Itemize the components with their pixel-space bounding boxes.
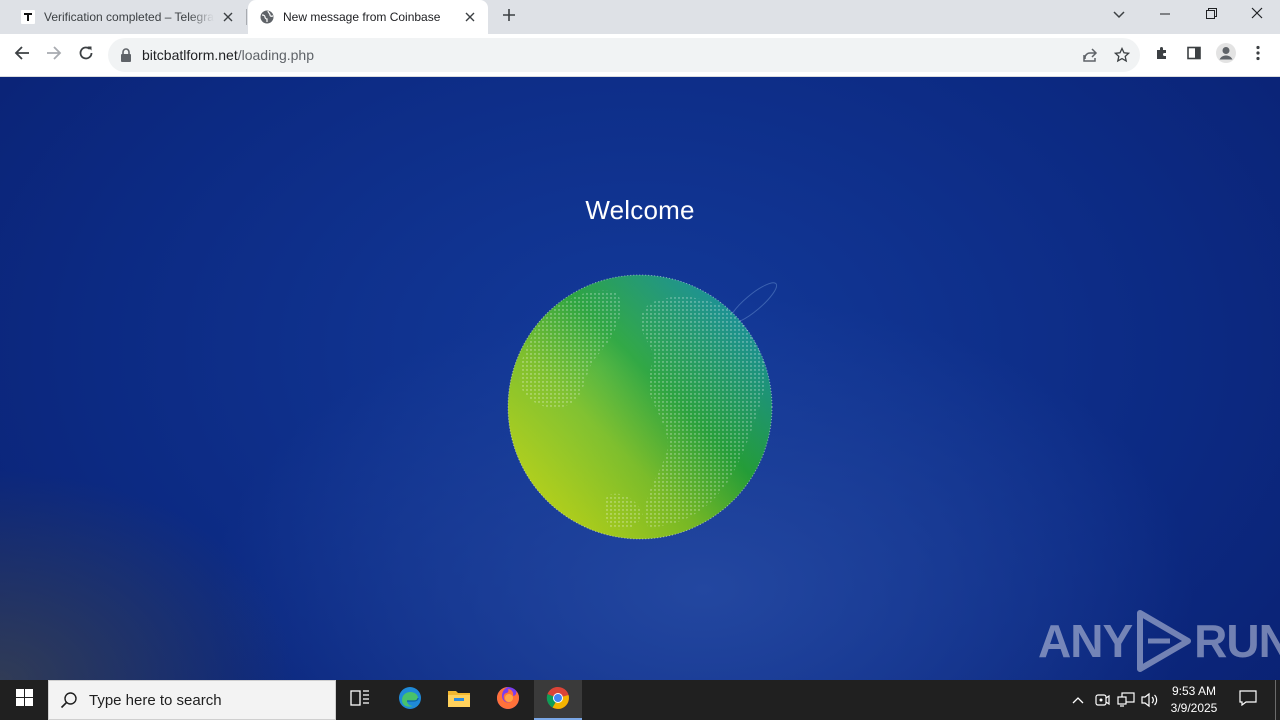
windows-logo-icon bbox=[15, 689, 33, 711]
side-panel-icon bbox=[1186, 45, 1202, 66]
tab-strip: Verification completed – Telegraph New m… bbox=[0, 0, 1280, 34]
avatar-icon bbox=[1215, 42, 1237, 69]
bookmark-star-icon[interactable] bbox=[1112, 45, 1132, 65]
address-bar[interactable]: bitcbatlform.net/loading.php bbox=[108, 38, 1140, 72]
anyrun-watermark: ANY RUN bbox=[1038, 609, 1280, 673]
forward-button[interactable] bbox=[40, 41, 68, 69]
edge-taskbar-button[interactable] bbox=[386, 680, 434, 720]
show-hidden-icons-button[interactable] bbox=[1068, 690, 1088, 710]
share-icon[interactable] bbox=[1080, 45, 1100, 65]
tab-separator bbox=[246, 9, 247, 25]
restore-icon bbox=[1205, 6, 1217, 24]
chevron-up-icon bbox=[1072, 691, 1084, 709]
chrome-taskbar-button[interactable] bbox=[534, 680, 582, 720]
puzzle-icon bbox=[1154, 45, 1170, 66]
clock-time: 9:53 AM bbox=[1171, 684, 1217, 698]
extensions-button[interactable] bbox=[1148, 41, 1176, 69]
reload-button[interactable] bbox=[72, 41, 100, 69]
taskbar-clock[interactable]: 9:53 AM 3/9/2025 bbox=[1166, 683, 1222, 717]
edge-icon bbox=[398, 686, 422, 715]
tab-search-button[interactable] bbox=[1096, 0, 1142, 30]
file-explorer-taskbar-button[interactable] bbox=[435, 680, 483, 720]
tab-telegraph[interactable]: Verification completed – Telegraph bbox=[0, 0, 246, 34]
arrow-left-icon bbox=[14, 45, 30, 66]
url-domain: bitcbatlform.net bbox=[142, 47, 238, 63]
firefox-icon bbox=[496, 686, 520, 715]
globe-icon bbox=[259, 9, 275, 25]
task-view-button[interactable] bbox=[336, 680, 384, 720]
chrome-icon bbox=[546, 686, 570, 715]
profile-button[interactable] bbox=[1212, 41, 1240, 69]
tab-title: Verification completed – Telegraph bbox=[44, 10, 214, 24]
watermark-text-left: ANY bbox=[1038, 615, 1133, 667]
browser-toolbar: bitcbatlform.net/loading.php bbox=[0, 34, 1280, 77]
url-path: /loading.php bbox=[237, 47, 315, 63]
close-icon[interactable] bbox=[220, 9, 236, 25]
show-desktop-button[interactable] bbox=[1275, 680, 1276, 720]
tab-coinbase[interactable]: New message from Coinbase bbox=[248, 0, 488, 34]
lock-icon[interactable] bbox=[118, 47, 134, 63]
welcome-heading: Welcome bbox=[585, 195, 695, 225]
task-view-icon bbox=[350, 689, 370, 712]
telegraph-t-icon bbox=[20, 9, 36, 25]
minimize-button[interactable] bbox=[1142, 0, 1188, 30]
windows-taskbar: Type here to search 9:53 AM 3/9/2025 bbox=[0, 680, 1280, 720]
plus-icon bbox=[502, 8, 516, 27]
taskbar-search-input[interactable]: Type here to search bbox=[48, 680, 336, 720]
menu-button[interactable] bbox=[1244, 41, 1272, 69]
file-explorer-icon bbox=[447, 688, 471, 713]
tab-title: New message from Coinbase bbox=[283, 10, 441, 24]
side-panel-button[interactable] bbox=[1180, 41, 1208, 69]
firefox-taskbar-button[interactable] bbox=[484, 680, 532, 720]
arrow-right-icon bbox=[46, 45, 62, 66]
close-icon[interactable] bbox=[462, 9, 478, 25]
start-button[interactable] bbox=[0, 680, 48, 720]
minimize-icon bbox=[1160, 6, 1170, 24]
chevron-down-icon bbox=[1113, 6, 1125, 24]
play-logo-icon bbox=[1134, 609, 1192, 673]
search-icon bbox=[49, 680, 89, 720]
back-button[interactable] bbox=[8, 41, 36, 69]
url-text: bitcbatlform.net/loading.php bbox=[142, 47, 314, 63]
restore-button[interactable] bbox=[1188, 0, 1234, 30]
watermark-text-right: RUN bbox=[1194, 615, 1280, 667]
page-viewport: Welcome ANY RUN bbox=[0, 77, 1280, 680]
volume-icon[interactable] bbox=[1140, 690, 1160, 710]
search-placeholder: Type here to search bbox=[89, 691, 222, 709]
kebab-menu-icon bbox=[1256, 45, 1260, 66]
close-icon bbox=[1251, 6, 1263, 24]
notification-icon bbox=[1239, 689, 1257, 711]
clock-date: 3/9/2025 bbox=[1170, 701, 1218, 715]
meet-now-icon[interactable] bbox=[1092, 690, 1112, 710]
close-window-button[interactable] bbox=[1234, 0, 1280, 30]
loading-globe bbox=[498, 265, 788, 555]
new-tab-button[interactable] bbox=[497, 5, 521, 29]
reload-icon bbox=[78, 45, 94, 66]
network-icon[interactable] bbox=[1116, 690, 1136, 710]
notifications-button[interactable] bbox=[1232, 680, 1264, 720]
